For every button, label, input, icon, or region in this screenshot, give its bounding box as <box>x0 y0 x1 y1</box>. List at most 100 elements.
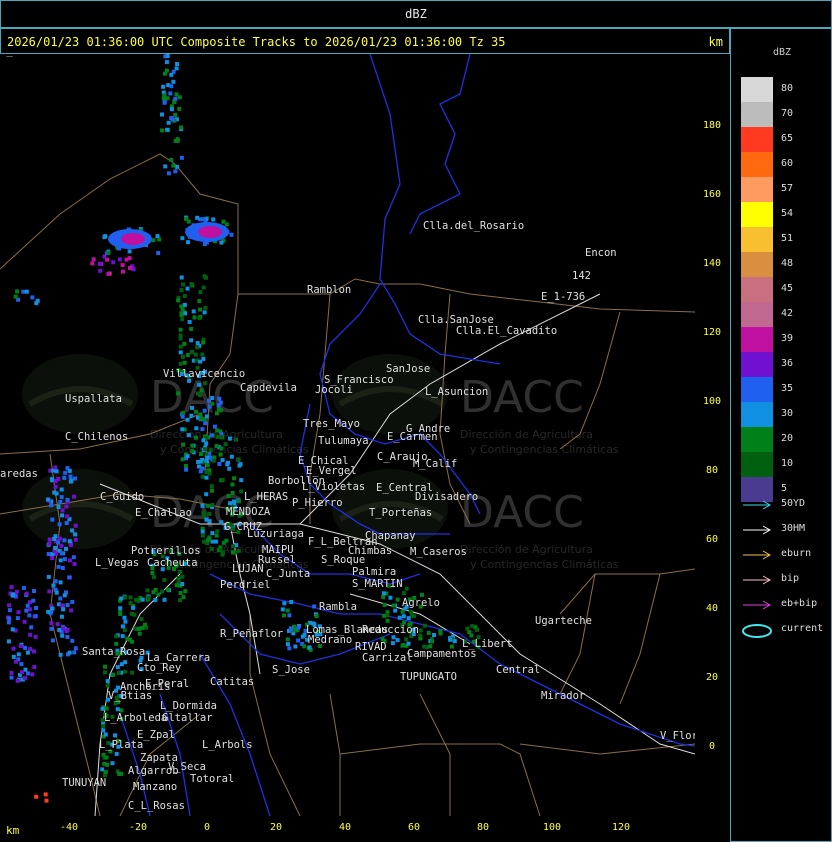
echo-pixel <box>62 593 67 598</box>
echo-pixel <box>189 413 194 418</box>
echo-pixel <box>169 72 174 77</box>
x-tick-label: 120 <box>611 822 631 833</box>
echo-pixel <box>19 662 24 667</box>
echo-pixel <box>307 645 312 650</box>
echo-pixel <box>203 421 208 426</box>
legend-swatch <box>741 202 773 227</box>
echo-pixel <box>34 606 38 610</box>
track-arrow-icon <box>743 500 772 510</box>
echo-pixel <box>103 670 107 675</box>
echo-pixel <box>60 508 65 513</box>
echo-pixel <box>201 510 206 515</box>
place-label: LUJAN <box>232 563 264 575</box>
echo-pixel <box>204 470 209 474</box>
echo-pixel <box>221 219 226 224</box>
echo-pixel <box>180 582 185 586</box>
echo-pixel <box>199 388 204 393</box>
legend-swatch-label: 20 <box>781 433 794 444</box>
echo-pixel <box>194 409 198 414</box>
legend-swatch <box>741 227 773 252</box>
legend-title: dBZ <box>772 47 792 58</box>
echo-pixel <box>381 595 386 599</box>
echo-pixel <box>127 256 132 261</box>
echo-pixel <box>160 112 164 117</box>
echo-pixel <box>146 595 151 600</box>
echo-pixel <box>285 608 290 613</box>
echo-pixel <box>296 638 301 643</box>
echo-pixel <box>104 755 109 760</box>
place-label: Manzano <box>133 781 177 793</box>
echo-pixel <box>185 286 190 291</box>
echo-pixel <box>49 621 54 626</box>
radar-map[interactable]: DACC Dirección de Agricultura y Contingenc… <box>0 45 711 817</box>
echo-pixel <box>50 517 55 522</box>
legend-swatch <box>741 252 773 277</box>
legend-swatch-label: 30 <box>781 408 794 419</box>
y-tick-label: 160 <box>702 189 722 200</box>
echo-pixel <box>72 650 77 655</box>
echo-pixel <box>164 60 169 65</box>
place-label: 142 <box>572 270 591 282</box>
echo-pixel <box>179 275 184 280</box>
x-tick-label: 80 <box>476 822 490 833</box>
echo-pixel <box>69 608 74 613</box>
echo-pixel <box>197 382 202 387</box>
echo-pixel <box>239 478 244 483</box>
echo-pixel <box>181 442 186 447</box>
echo-pixel <box>193 352 198 357</box>
echo-pixel <box>53 534 58 539</box>
echo-pixel <box>388 595 393 600</box>
legend-swatch <box>741 402 773 427</box>
echo-pixel <box>231 550 235 555</box>
echo-pixel <box>223 442 228 447</box>
echo-pixel <box>53 484 58 489</box>
echo-pixel <box>470 624 475 629</box>
y-tick-label: 80 <box>705 465 719 476</box>
y-tick-label: 100 <box>702 396 722 407</box>
echo-pixel <box>180 236 185 241</box>
legend-swatch <box>741 77 773 102</box>
echo-pixel <box>9 670 14 675</box>
place-label: Palmira <box>352 566 396 578</box>
echo-pixel <box>204 414 209 419</box>
echo-pixel <box>189 338 194 343</box>
echo-pixel <box>16 652 21 657</box>
echo-pixel <box>199 452 203 456</box>
echo-pixel <box>200 474 205 479</box>
echo-pixel <box>25 650 30 655</box>
echo-pixel <box>130 611 134 616</box>
echo-pixel <box>178 350 183 355</box>
echo-pixel <box>67 650 72 655</box>
place-label: Perdriel <box>220 579 271 591</box>
echo-pixel <box>192 315 197 320</box>
echo-pixel <box>24 591 29 596</box>
echo-pixel <box>179 288 184 293</box>
echo-pixel <box>128 601 133 606</box>
echo-pixel <box>9 675 14 680</box>
echo-pixel <box>430 639 434 644</box>
echo-pixel <box>232 499 236 504</box>
place-label: E_1-736 <box>541 291 585 303</box>
echo-pixel <box>120 624 125 629</box>
echo-pixel <box>65 635 70 639</box>
place-label: L_Arbols <box>202 739 253 751</box>
echo-pixel <box>30 295 35 300</box>
echo-pixel <box>14 589 19 594</box>
echo-pixel <box>11 592 16 597</box>
place-label: Central <box>496 664 540 676</box>
place-label: Villavicencio <box>163 368 245 380</box>
echo-pixel <box>214 444 219 449</box>
echo-pixel <box>156 251 161 255</box>
echo-pixel <box>160 589 165 594</box>
echo-pixel <box>143 622 147 627</box>
echo-pixel <box>33 634 38 639</box>
echo-pixel <box>174 583 179 588</box>
echo-pixel <box>218 547 223 552</box>
echo-pixel <box>52 490 57 495</box>
echo-pixel <box>50 556 55 560</box>
echo-pixel <box>90 261 95 266</box>
echo-pixel <box>123 595 128 600</box>
legend-swatch-label: 39 <box>781 333 794 344</box>
legend-track-item: current <box>741 623 832 638</box>
echo-pixel <box>216 403 221 408</box>
